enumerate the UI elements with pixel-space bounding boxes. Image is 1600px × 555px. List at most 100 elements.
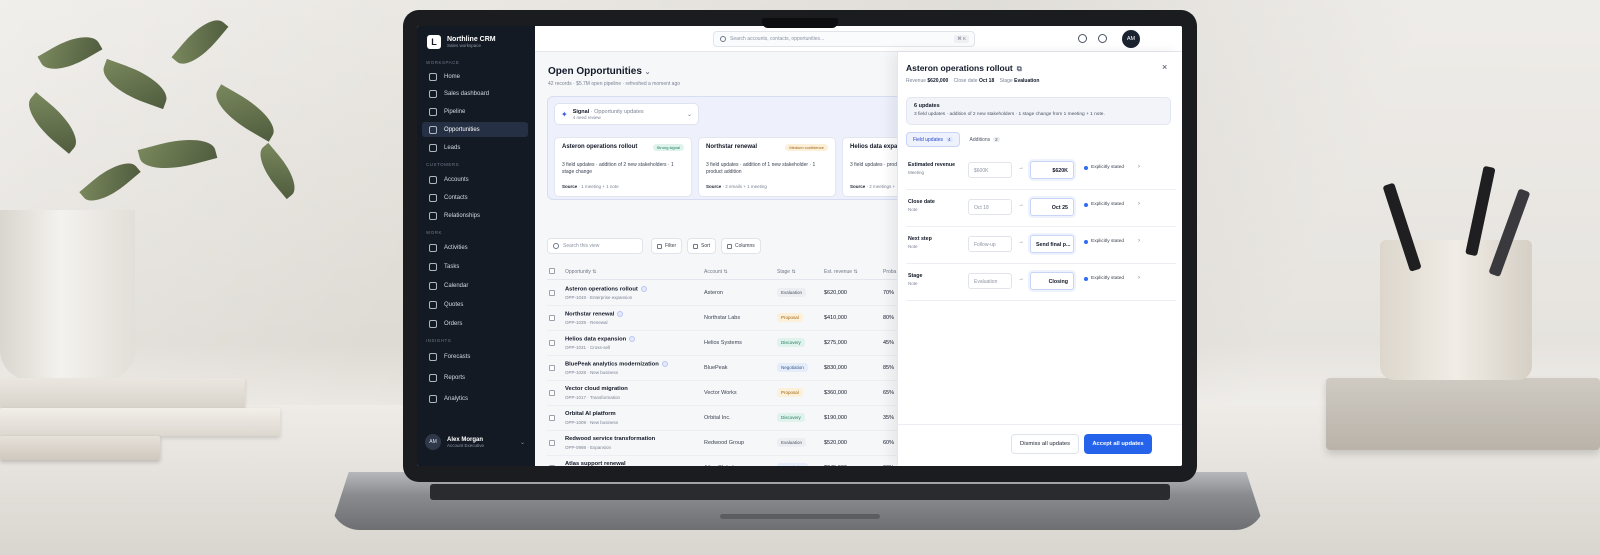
account-name[interactable]: Redwood Group — [704, 440, 744, 446]
column-header-account[interactable]: Account ⇅ — [704, 269, 728, 275]
dismiss-all-button[interactable]: Dismiss all updates — [1011, 434, 1079, 454]
help-icon[interactable] — [1098, 34, 1107, 43]
meta-revenue: $620,000 — [927, 78, 949, 84]
stage-badge: Evaluation — [777, 438, 807, 447]
table-row[interactable]: Atlas support renewalOPP-0991 · RenewalA… — [547, 456, 907, 466]
new-value-field[interactable]: $620K — [1030, 161, 1074, 179]
avatar[interactable]: AM — [1122, 30, 1140, 48]
global-search-input[interactable]: Search accounts, contacts, opportunities… — [713, 31, 975, 47]
panel-meta: Revenue $620,000 Close date Oct 18 Stage… — [906, 78, 1043, 84]
select-all-checkbox[interactable] — [549, 268, 555, 274]
status-dot-icon — [1084, 165, 1088, 170]
sidebar-item-analytics[interactable]: Analytics — [422, 391, 528, 406]
meta-label: Close date — [953, 78, 978, 84]
account-name[interactable]: Northstar Labs — [704, 315, 740, 321]
tab-additions[interactable]: Additions 2 — [963, 132, 1007, 147]
sidebar-item-tasks[interactable]: Tasks — [422, 259, 528, 274]
opportunity-name[interactable]: Northstar renewal — [565, 311, 624, 318]
sidebar-item-orders[interactable]: Orders — [422, 316, 528, 331]
column-label: Account — [704, 269, 723, 275]
sidebar-item-activities[interactable]: Activities — [422, 240, 528, 255]
column-header-stage[interactable]: Stage ⇅ — [777, 269, 796, 275]
sidebar-item-accounts[interactable]: Accounts — [422, 172, 528, 187]
table-row[interactable]: BluePeak analytics modernization OPP-1028… — [547, 356, 907, 381]
chevron-right-icon[interactable]: › — [1138, 164, 1140, 170]
probability: 60% — [883, 440, 895, 446]
opportunity-name[interactable]: Helios data expansion — [565, 336, 636, 343]
bell-icon[interactable] — [1078, 34, 1087, 43]
account-name[interactable]: Asteron — [704, 290, 723, 296]
opportunity-name[interactable]: BluePeak analytics modernization — [565, 361, 668, 368]
column-header-opportunity[interactable]: Opportunity ⇅ — [565, 269, 596, 275]
sidebar-item-forecasts[interactable]: Forecasts — [422, 349, 528, 364]
table-row[interactable]: Vector cloud migration OPP-1017 · Transfo… — [547, 381, 907, 406]
accept-all-button[interactable]: Accept all updates — [1084, 434, 1152, 454]
close-icon[interactable]: × — [1162, 62, 1167, 72]
opportunity-name[interactable]: Orbital AI platform — [565, 411, 616, 417]
opportunity-name[interactable]: Atlas support renewal — [565, 461, 626, 466]
book — [0, 436, 160, 460]
sidebar-item-relationships[interactable]: Relationships — [422, 208, 528, 223]
signal-card[interactable]: Northstar renewal Medium confidence 3 fi… — [698, 137, 836, 197]
chevron-right-icon[interactable]: › — [1138, 275, 1140, 281]
summary-title: 6 updates — [914, 103, 940, 109]
sidebar-item-calendar[interactable]: Calendar — [422, 278, 528, 293]
sidebar-item-quotes[interactable]: Quotes — [422, 297, 528, 312]
sidebar-item-home[interactable]: Home — [422, 69, 528, 84]
row-checkbox[interactable] — [549, 415, 555, 421]
sort-button[interactable]: Sort — [687, 238, 717, 254]
brand[interactable]: L Northline CRM Sales workspace — [427, 35, 496, 49]
sidebar-item-reports[interactable]: Reports — [422, 370, 528, 385]
filter-button[interactable]: Filter — [651, 238, 683, 254]
table-row[interactable]: Redwood service transformation OPP-0998 ·… — [547, 431, 907, 456]
signal-card-source: Source · 2 emails + 1 meeting — [706, 184, 767, 189]
table-row[interactable]: Helios data expansion OPP-1031 · Cross-se… — [547, 331, 907, 356]
sidebar-item-pipeline[interactable]: Pipeline — [422, 104, 528, 119]
signal-header[interactable]: ✦ Signal · Opportunity updates 4 need re… — [554, 103, 699, 125]
external-link-icon[interactable]: ⧉ — [1017, 66, 1022, 73]
sidebar-item-opportunities[interactable]: Opportunities — [422, 122, 528, 137]
view-search-input[interactable]: Search this view — [547, 238, 643, 254]
field-update-row[interactable]: Estimated revenue Meeting $600K → $620K Expli… — [906, 153, 1176, 190]
tab-field-updates[interactable]: Field updates 4 — [906, 132, 960, 147]
sidebar-item-leads[interactable]: Leads — [422, 140, 528, 155]
column-header-revenue[interactable]: Est. revenue ⇅ — [824, 269, 858, 275]
table-row[interactable]: Asteron operations rollout OPP-1048 · Ent… — [547, 281, 907, 306]
field-update-row[interactable]: Stage Note Evaluation → Closing Explicitly st… — [906, 264, 1176, 301]
opportunity-name[interactable]: Vector cloud migration — [565, 386, 628, 392]
row-checkbox[interactable] — [549, 365, 555, 371]
arrow-right-icon: → — [1018, 202, 1024, 208]
account-name[interactable]: Helios Systems — [704, 340, 742, 346]
sidebar-item-sales-dashboard[interactable]: Sales dashboard — [422, 86, 528, 101]
account-name[interactable]: BluePeak — [704, 365, 728, 371]
account-name[interactable]: Vector Works — [704, 390, 737, 396]
opportunity-name[interactable]: Asteron operations rollout — [565, 286, 647, 293]
column-header-probability[interactable]: Proba — [883, 269, 896, 275]
account-name[interactable]: Orbital Inc. — [704, 415, 731, 421]
sidebar-item-contacts[interactable]: Contacts — [422, 190, 528, 205]
row-checkbox[interactable] — [549, 465, 555, 466]
row-checkbox[interactable] — [549, 315, 555, 321]
signal-card[interactable]: Asteron operations rollout Strong signal… — [554, 137, 692, 197]
field-update-row[interactable]: Close date Note Oct 18 → Oct 25 Explicitly st… — [906, 190, 1176, 227]
new-value-field[interactable]: Send final p... — [1030, 235, 1074, 253]
account-name[interactable]: Atlas Global — [704, 465, 734, 466]
row-checkbox[interactable] — [549, 440, 555, 446]
user-menu[interactable]: AM Alex Morgan Account Executive ⌄ — [423, 430, 529, 454]
opportunity-name[interactable]: Redwood service transformation — [565, 436, 655, 442]
table-row[interactable]: Orbital AI platform OPP-1009 · New busine… — [547, 406, 907, 431]
new-value-field[interactable]: Oct 25 — [1030, 198, 1074, 216]
table-row[interactable]: Northstar renewal OPP-1039 · Renewal North… — [547, 306, 907, 331]
row-checkbox[interactable] — [549, 290, 555, 296]
new-value-field[interactable]: Closing — [1030, 272, 1074, 290]
chevron-right-icon[interactable]: › — [1138, 201, 1140, 207]
search-placeholder: Search accounts, contacts, opportunities… — [730, 36, 825, 42]
chevron-right-icon[interactable]: › — [1138, 238, 1140, 244]
row-checkbox[interactable] — [549, 340, 555, 346]
columns-button[interactable]: Columns — [721, 238, 761, 254]
chevron-down-icon[interactable]: ⌄ — [645, 69, 651, 76]
field-update-row[interactable]: Next step Note Follow-up → Send final p... Ex… — [906, 227, 1176, 264]
stage-badge: Discovery — [777, 338, 805, 347]
probability: 80% — [883, 315, 895, 321]
row-checkbox[interactable] — [549, 390, 555, 396]
